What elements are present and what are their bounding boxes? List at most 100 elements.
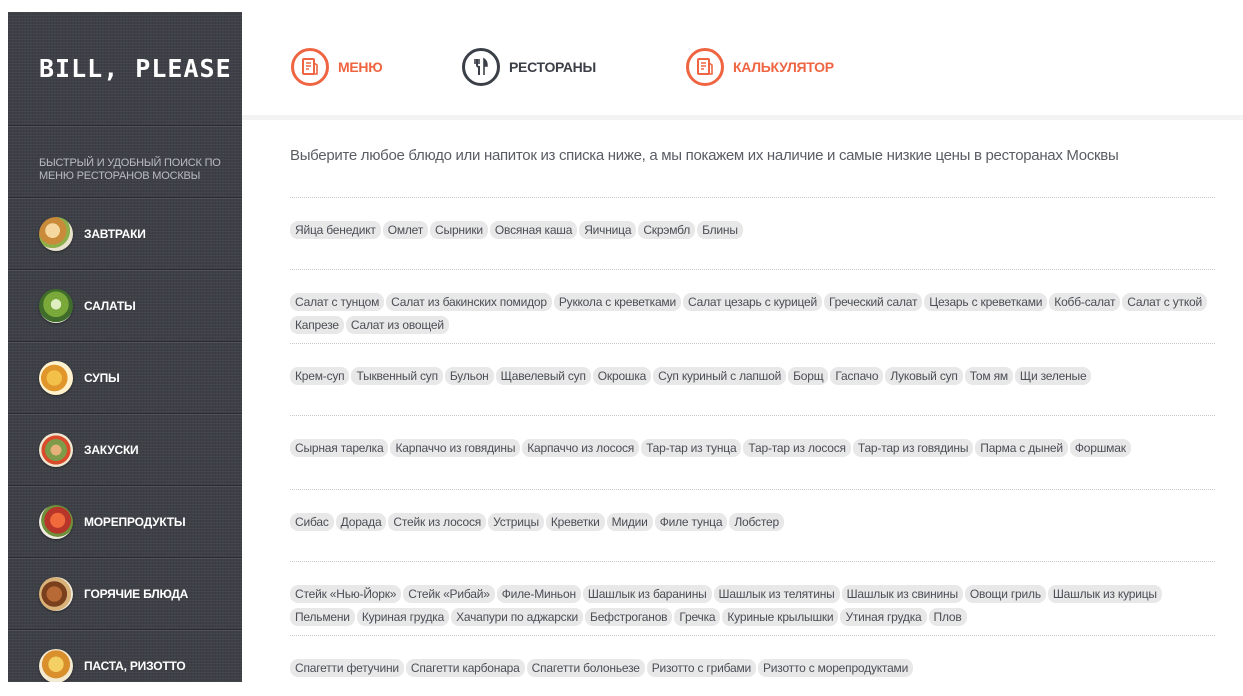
dish-tag[interactable]: Овсяная каша	[489, 221, 578, 239]
snack-food-icon	[39, 433, 73, 467]
dish-tag[interactable]: Цезарь с креветками	[924, 293, 1048, 311]
dish-tag[interactable]: Стейк «Рибай»	[403, 585, 495, 603]
dish-tag[interactable]: Дорада	[335, 513, 387, 531]
dish-tag[interactable]: Утиная грудка	[840, 608, 927, 626]
dish-group: Сибас Дорада Стейк из лосося Устрицы Креветк…	[290, 490, 1215, 562]
dish-tag[interactable]: Кобб-салат	[1049, 293, 1121, 311]
dish-tag[interactable]: Салат из овощей	[345, 316, 449, 334]
dish-tag[interactable]: Окрошка	[592, 367, 652, 385]
dish-tag[interactable]: Сырники	[430, 221, 488, 239]
dish-tag[interactable]: Крем-суп	[290, 367, 350, 385]
dish-tag[interactable]: Суп куриный с лапшой	[653, 367, 787, 385]
nav-menu[interactable]: МЕНЮ	[291, 48, 383, 86]
dish-tag[interactable]: Шашлык из телятины	[713, 585, 840, 603]
nav-restaurants-label: РЕСТОРАНЫ	[509, 59, 596, 75]
dish-group: Спагетти фетучини Спагетти карбонара Спаге…	[290, 636, 1215, 696]
dish-tag[interactable]: Щавелевый суп	[495, 367, 591, 385]
dish-tag[interactable]: Ризотто с морепродуктами	[758, 659, 914, 677]
dish-tag[interactable]: Стейк «Нью-Йорк»	[290, 585, 402, 603]
dish-tag[interactable]: Греческий салат	[823, 293, 923, 311]
dish-tag[interactable]: Том ям	[964, 367, 1013, 385]
sidebar-item-salads[interactable]: САЛАТЫ	[8, 270, 242, 342]
dish-tag[interactable]: Овощи гриль	[964, 585, 1046, 603]
dish-tag[interactable]: Плов	[928, 608, 967, 626]
dish-tag[interactable]: Спагетти фетучини	[290, 659, 404, 677]
dish-tag[interactable]: Омлет	[382, 221, 429, 239]
sidebar-item-label: САЛАТЫ	[84, 299, 136, 313]
dish-tag[interactable]: Креветки	[545, 513, 605, 531]
dish-tag[interactable]: Луковый суп	[885, 367, 963, 385]
sidebar-item-hot-dishes[interactable]: ГОРЯЧИЕ БЛЮДА	[8, 558, 242, 630]
logo-text[interactable]: BILL, PLEASE	[39, 54, 232, 83]
dish-tag[interactable]: Форшмак	[1069, 439, 1131, 457]
soup-food-icon	[39, 361, 73, 395]
sidebar-item-label: ПАСТА, РИЗОТТО	[84, 659, 186, 673]
dish-tag[interactable]: Сырная тарелка	[290, 439, 389, 457]
sidebar-item-label: ЗАВТРАКИ	[84, 227, 146, 241]
dish-tag[interactable]: Капрезе	[290, 316, 344, 334]
dish-tag[interactable]: Тар-тар из говядины	[852, 439, 974, 457]
intro-text: Выберите любое блюдо или напиток из спис…	[290, 146, 1215, 198]
nav-restaurants[interactable]: РЕСТОРАНЫ	[462, 48, 596, 86]
dish-catalog: Выберите любое блюдо или напиток из спис…	[290, 146, 1215, 696]
dish-tag[interactable]: Салат цезарь с курицей	[683, 293, 822, 311]
menu-card-icon	[686, 48, 724, 86]
dish-tag[interactable]: Парма с дыней	[975, 439, 1068, 457]
nav-menu-label: МЕНЮ	[338, 59, 383, 75]
fork-knife-icon	[462, 48, 500, 86]
dish-tag[interactable]: Тар-тар из тунца	[641, 439, 742, 457]
dish-tag[interactable]: Ризотто с грибами	[646, 659, 756, 677]
sidebar-item-label: МОРЕПРОДУКТЫ	[84, 515, 186, 529]
dish-tag[interactable]: Хачапури по аджарски	[451, 608, 584, 626]
dish-group: Яйца бенедикт Омлет Сырники Овсяная каша Яич…	[290, 198, 1215, 270]
sidebar-item-seafood[interactable]: МОРЕПРОДУКТЫ	[8, 486, 242, 558]
menu-card-icon	[291, 48, 329, 86]
dish-tag[interactable]: Мидии	[606, 513, 653, 531]
hot-dish-food-icon	[39, 577, 73, 611]
logo[interactable]: BILL, PLEASE	[8, 12, 242, 126]
dish-tag[interactable]: Скрэмбл	[638, 221, 696, 239]
seafood-food-icon	[39, 505, 73, 539]
sidebar-item-soups[interactable]: СУПЫ	[8, 342, 242, 414]
dish-tag[interactable]: Стейк из лосося	[388, 513, 487, 531]
dish-tag[interactable]: Тар-тар из лосося	[743, 439, 851, 457]
dish-tag[interactable]: Шашлык из баранины	[582, 585, 712, 603]
dish-tag[interactable]: Щи зеленые	[1014, 367, 1092, 385]
nav-calculator-label: КАЛЬКУЛЯТОР	[733, 59, 834, 75]
dish-tag[interactable]: Салат с тунцом	[290, 293, 385, 311]
dish-group: Сырная тарелка Карпаччо из говядины Карпач…	[290, 416, 1215, 490]
sidebar-item-label: ЗАКУСКИ	[84, 443, 139, 457]
dish-tag[interactable]: Салат из бакинских помидор	[386, 293, 552, 311]
dish-tag[interactable]: Карпаччо из говядины	[390, 439, 521, 457]
dish-tag[interactable]: Яичница	[579, 221, 637, 239]
dish-tag[interactable]: Спагетти карбонара	[405, 659, 525, 677]
dish-tag[interactable]: Яйца бенедикт	[290, 221, 381, 239]
sidebar-item-pasta-risotto[interactable]: ПАСТА, РИЗОТТО	[8, 630, 242, 682]
dish-tag[interactable]: Тыквенный суп	[351, 367, 443, 385]
sidebar-item-snacks[interactable]: ЗАКУСКИ	[8, 414, 242, 486]
nav-calculator[interactable]: КАЛЬКУЛЯТОР	[686, 48, 834, 86]
dish-tag[interactable]: Лобстер	[729, 513, 784, 531]
dish-tag[interactable]: Блины	[697, 221, 743, 239]
dish-tag[interactable]: Карпаччо из лосося	[522, 439, 640, 457]
dish-tag[interactable]: Гречка	[674, 608, 721, 626]
dish-tag[interactable]: Бульон	[444, 367, 494, 385]
dish-tag[interactable]: Куриная грудка	[356, 608, 450, 626]
dish-tag[interactable]: Борщ	[788, 367, 829, 385]
dish-tag[interactable]: Салат с уткой	[1122, 293, 1207, 311]
dish-tag[interactable]: Бефстроганов	[585, 608, 673, 626]
dish-tag[interactable]: Устрицы	[488, 513, 544, 531]
dish-tag[interactable]: Гаспачо	[830, 367, 884, 385]
dish-tag[interactable]: Сибас	[290, 513, 334, 531]
dish-tag[interactable]: Пельмени	[290, 608, 355, 626]
dish-tag[interactable]: Филе-Миньон	[496, 585, 581, 603]
breakfast-food-icon	[39, 217, 73, 251]
dish-tag[interactable]: Руккола с креветками	[553, 293, 681, 311]
dish-tag[interactable]: Куриные крылышки	[722, 608, 839, 626]
dish-tag[interactable]: Спагетти болоньезе	[526, 659, 645, 677]
sidebar-item-breakfast[interactable]: ЗАВТРАКИ	[8, 198, 242, 270]
dish-tag[interactable]: Шашлык из свинины	[841, 585, 963, 603]
dish-group: Салат с тунцом Салат из бакинских помидор…	[290, 270, 1215, 344]
dish-tag[interactable]: Филе тунца	[654, 513, 728, 531]
dish-tag[interactable]: Шашлык из курицы	[1047, 585, 1162, 603]
